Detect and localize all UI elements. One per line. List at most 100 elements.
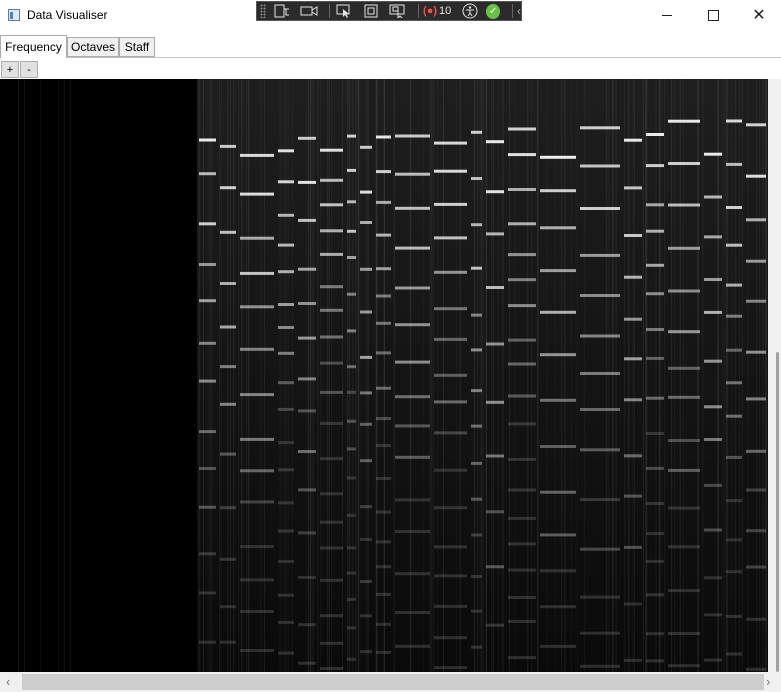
harmonic-band (199, 505, 216, 509)
harmonic-band (376, 135, 391, 139)
collapse-chevron-icon[interactable]: ‹ (517, 4, 521, 18)
harmonic-band (646, 466, 664, 470)
tab-frequency[interactable]: Frequency (0, 35, 67, 58)
spectrogram-streak (584, 79, 586, 672)
harmonic-band (298, 488, 316, 492)
spectrogram-streak (310, 79, 312, 672)
spectrogram-streak (280, 79, 282, 672)
harmonic-band (580, 498, 620, 502)
harmonic-band (540, 226, 576, 230)
close-button[interactable]: ✕ (736, 0, 781, 31)
spectrogram-streak (658, 79, 660, 672)
record-video-button[interactable] (298, 2, 319, 20)
vertical-scroll-thumb[interactable] (776, 352, 779, 672)
display-adorners-button[interactable] (361, 2, 382, 20)
harmonic-band (347, 597, 356, 601)
harmonic-band (220, 365, 236, 369)
harmonic-band (278, 651, 294, 655)
spectrogram-streak (331, 79, 333, 672)
harmonic-band (624, 275, 642, 279)
harmonic-band (220, 230, 236, 234)
harmonic-band (508, 488, 536, 492)
harmonic-band (471, 313, 482, 317)
harmonic-band (376, 321, 391, 325)
harmonic-band (508, 153, 536, 157)
no-issues-check-icon[interactable]: ✓ (485, 3, 501, 19)
zoom-out-button[interactable]: - (20, 61, 38, 78)
harmonic-band (508, 596, 536, 599)
harmonic-band (471, 266, 482, 270)
harmonic-band (486, 190, 504, 194)
harmonic-band (220, 640, 236, 644)
live-visual-tree-button[interactable] (272, 2, 293, 20)
harmonic-band (278, 501, 294, 505)
harmonic-band (376, 540, 391, 544)
harmonic-band (240, 500, 274, 504)
harmonic-band (486, 342, 504, 346)
track-focus-button[interactable] (387, 2, 408, 20)
zoom-in-button[interactable]: + (1, 61, 19, 78)
spectrogram-streak (346, 79, 348, 672)
grip-handle[interactable] (260, 4, 266, 18)
harmonic-band (726, 538, 742, 542)
spectrogram-streak (202, 79, 204, 672)
harmonic-band (199, 172, 216, 176)
spectrogram-view[interactable] (0, 79, 768, 672)
spectrogram-streak (741, 79, 743, 672)
harmonic-band (320, 252, 343, 256)
spectrogram-streak (624, 79, 626, 672)
harmonic-band (540, 353, 576, 357)
harmonic-band (298, 136, 316, 140)
spectrogram-streak (230, 79, 232, 672)
harmonic-band (360, 505, 372, 509)
harmonic-band (508, 422, 536, 426)
harmonic-band (540, 445, 576, 448)
spectrogram-streak (480, 79, 482, 672)
spectrogram-streak (474, 79, 476, 672)
select-element-button[interactable] (334, 2, 355, 20)
binding-failures-button[interactable]: (●) 10 (423, 5, 451, 17)
harmonic-band (347, 256, 356, 259)
harmonic-band (298, 218, 316, 222)
harmonic-band (278, 303, 294, 306)
harmonic-band (668, 545, 700, 549)
harmonic-band (278, 593, 294, 597)
harmonic-band (298, 302, 316, 305)
spectrogram-streak (502, 79, 504, 672)
tab-staff[interactable]: Staff (119, 37, 155, 57)
harmonic-band (726, 414, 742, 418)
vertical-scrollbar[interactable] (768, 79, 781, 672)
spectrogram-streak (393, 79, 395, 672)
harmonic-band (320, 285, 343, 289)
harmonic-band (646, 164, 664, 168)
spectrogram-streak (18, 79, 19, 672)
harmonic-band (240, 236, 274, 240)
harmonic-band (668, 589, 700, 593)
spectrogram-streak (207, 79, 209, 672)
harmonic-band (376, 417, 391, 421)
harmonic-band (240, 545, 274, 549)
spectrogram-streak (220, 79, 222, 672)
harmonic-band (646, 432, 664, 435)
spectrogram-streak (328, 79, 330, 672)
harmonic-band (508, 222, 536, 226)
minimize-button[interactable] (644, 0, 690, 31)
harmonic-band (624, 398, 642, 402)
spectrogram-streak (218, 79, 220, 672)
horizontal-scroll-thumb[interactable] (22, 674, 764, 690)
harmonic-band (726, 162, 742, 166)
tab-octaves[interactable]: Octaves (67, 37, 119, 57)
scroll-right-arrow-icon[interactable]: › (766, 674, 770, 689)
harmonic-band (646, 502, 664, 505)
harmonic-band (668, 506, 700, 510)
scroll-left-arrow-icon[interactable]: ‹ (6, 674, 10, 689)
harmonic-band (347, 476, 356, 480)
harmonic-band (347, 447, 356, 451)
harmonic-band (646, 203, 664, 207)
harmonic-band (508, 656, 536, 660)
accessibility-button[interactable] (459, 2, 480, 20)
harmonic-band (486, 510, 504, 514)
maximize-button[interactable] (690, 0, 736, 31)
harmonic-band (746, 218, 766, 222)
spectrogram-streak (429, 79, 431, 672)
